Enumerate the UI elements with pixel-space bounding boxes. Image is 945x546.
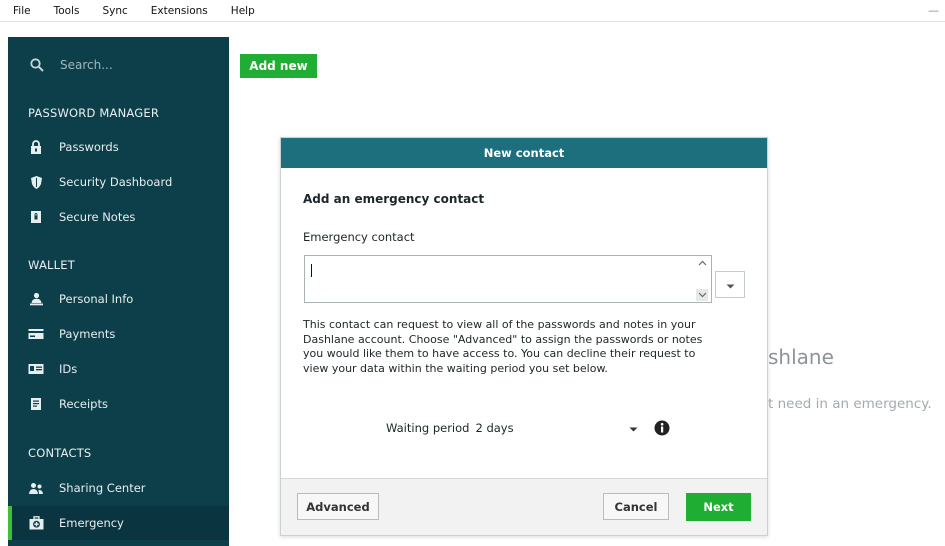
- dialog-header: New contact: [281, 138, 767, 168]
- shield-icon: [28, 174, 44, 190]
- contact-dropdown-button[interactable]: [715, 271, 745, 298]
- sidebar-item-label: Receipts: [59, 397, 108, 411]
- scroll-down-icon[interactable]: [696, 289, 708, 301]
- search-placeholder: Search...: [60, 58, 113, 72]
- menu-sync[interactable]: Sync: [102, 5, 127, 17]
- receipt-icon: [28, 396, 44, 412]
- chevron-down-icon: [629, 421, 638, 435]
- advanced-button[interactable]: Advanced: [297, 493, 379, 520]
- menu-help[interactable]: Help: [231, 5, 255, 17]
- sidebar-item-security-dashboard[interactable]: Security Dashboard: [8, 165, 229, 199]
- dialog-footer: Advanced Cancel Next: [281, 478, 767, 535]
- menu-bar: File Tools Sync Extensions Help —: [0, 0, 945, 22]
- sidebar-item-receipts[interactable]: Receipts: [8, 387, 229, 421]
- person-icon: [28, 291, 44, 307]
- credit-card-icon: [28, 326, 44, 342]
- section-wallet: WALLET: [28, 258, 75, 272]
- section-contacts: CONTACTS: [28, 446, 92, 460]
- section-password-manager: PASSWORD MANAGER: [28, 106, 160, 120]
- background-title: shlane: [768, 345, 834, 369]
- sidebar-item-label: Secure Notes: [59, 210, 136, 224]
- emergency-kit-icon: [28, 515, 44, 531]
- cancel-button[interactable]: Cancel: [603, 493, 669, 520]
- people-icon: [28, 480, 44, 496]
- menu-file[interactable]: File: [13, 5, 31, 17]
- info-icon[interactable]: [654, 420, 670, 436]
- search-icon: [30, 58, 44, 72]
- waiting-period-label: Waiting period: [386, 421, 470, 435]
- sidebar-item-label: Passwords: [59, 140, 119, 154]
- sidebar-item-label: Personal Info: [59, 292, 134, 306]
- text-caret: [311, 264, 312, 277]
- sidebar-item-label: Payments: [59, 327, 116, 341]
- next-button[interactable]: Next: [686, 493, 751, 521]
- minimize-button[interactable]: —: [928, 4, 939, 17]
- lock-icon: [28, 139, 44, 155]
- sidebar-item-emergency[interactable]: Emergency: [8, 506, 229, 540]
- sidebar-item-payments[interactable]: Payments: [8, 317, 229, 351]
- emergency-contact-label: Emergency contact: [303, 230, 415, 244]
- menu-extensions[interactable]: Extensions: [151, 5, 208, 17]
- sidebar-item-secure-notes[interactable]: Secure Notes: [8, 200, 229, 234]
- waiting-period-select[interactable]: 2 days: [475, 421, 640, 435]
- new-contact-dialog: New contact Add an emergency contact Eme…: [280, 137, 768, 536]
- sidebar-item-sharing-center[interactable]: Sharing Center: [8, 471, 229, 505]
- sidebar-item-label: Emergency: [59, 516, 124, 530]
- menu-tools[interactable]: Tools: [54, 5, 80, 17]
- sidebar-item-label: IDs: [59, 362, 78, 376]
- sidebar-item-label: Security Dashboard: [59, 175, 173, 189]
- note-lock-icon: [28, 209, 44, 225]
- dialog-description: This contact can request to view all of …: [303, 318, 703, 375]
- chevron-down-icon: [726, 278, 735, 292]
- dialog-heading: Add an emergency contact: [303, 192, 485, 206]
- dialog-title: New contact: [483, 146, 565, 160]
- sidebar-item-ids[interactable]: IDs: [8, 352, 229, 386]
- sidebar-item-label: Sharing Center: [59, 481, 146, 495]
- sidebar: Search... PASSWORD MANAGER Passwords Sec…: [8, 37, 229, 546]
- emergency-contact-input[interactable]: [304, 255, 712, 303]
- add-new-button[interactable]: Add new: [240, 54, 317, 78]
- scroll-up-icon[interactable]: [696, 257, 708, 269]
- sidebar-item-personal-info[interactable]: Personal Info: [8, 282, 229, 316]
- search-box[interactable]: Search...: [8, 47, 229, 83]
- background-subtitle: t need in an emergency.: [768, 396, 932, 412]
- waiting-period-row: Waiting period 2 days: [386, 418, 670, 438]
- sidebar-item-passwords[interactable]: Passwords: [8, 130, 229, 164]
- waiting-period-value: 2 days: [475, 421, 514, 435]
- id-card-icon: [28, 361, 44, 377]
